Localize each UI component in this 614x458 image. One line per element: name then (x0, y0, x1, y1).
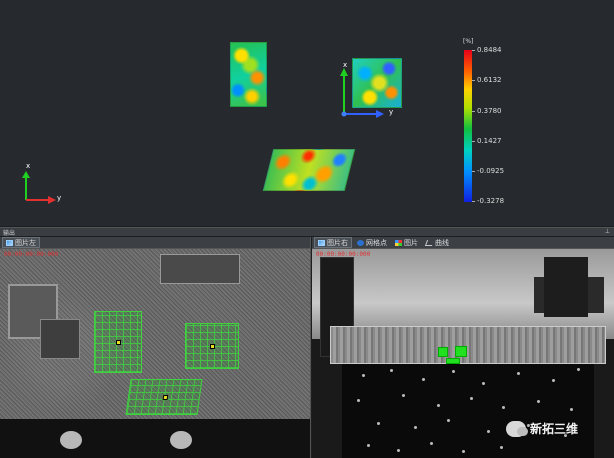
local-axis-gizmo (340, 68, 384, 118)
tab-picture[interactable]: 图片 (392, 237, 421, 248)
pin-icon[interactable]: ⊥ (605, 228, 610, 235)
dic-grid-region[interactable] (94, 311, 142, 373)
fixture-right-top (544, 257, 588, 317)
global-axis-gizmo (22, 171, 56, 204)
left-image-panel[interactable]: 图片左 00:00:00:00:000 (0, 237, 311, 458)
local-axis-y-label: y (389, 108, 394, 116)
scale-unit: [%] (463, 38, 474, 45)
dic-grid-region[interactable] (455, 346, 467, 357)
speckle-area (342, 364, 594, 458)
tab-label: 图片左 (15, 238, 36, 247)
board-chip (160, 254, 240, 284)
scale-tick: 0.6132 (477, 76, 502, 84)
watermark: 新拓三维 (506, 420, 578, 437)
global-axis-x-label: x (26, 162, 31, 170)
watermark-text: 新拓三维 (530, 422, 579, 436)
scale-tick: -0.0925 (477, 167, 505, 175)
curve-icon (424, 239, 435, 246)
left-panel-tabbar: 图片左 (0, 237, 310, 249)
local-axis-x-label: x (343, 61, 348, 69)
tab-curve[interactable]: 曲线 (423, 237, 452, 248)
board-chip (40, 319, 80, 359)
grid-center-marker (162, 395, 169, 400)
dic-grid-region[interactable] (438, 347, 448, 357)
strain-patch-bottom[interactable] (262, 149, 356, 191)
circuit-board (330, 326, 606, 364)
timestamp: 00:00:00:00:000 (316, 251, 371, 258)
tab-image-left[interactable]: 图片左 (2, 237, 40, 248)
strain-patch-left[interactable] (230, 42, 267, 107)
image-icon (318, 239, 325, 246)
global-axis-y-label: y (57, 194, 62, 202)
dic-grid-region[interactable] (125, 379, 203, 415)
output-panel-title: 输出 (3, 230, 16, 237)
grid-center-marker (210, 344, 215, 349)
wechat-icon (506, 420, 528, 437)
right-panel-tabbar: 图片右 网格点 图片 曲线 (312, 237, 614, 249)
tab-image-right[interactable]: 图片右 (314, 237, 352, 248)
scale-tick: -0.3278 (477, 197, 505, 205)
grid-point-icon (357, 239, 364, 246)
tab-label: 图片 (404, 238, 418, 247)
scale-tick: 0.3780 (477, 107, 502, 115)
output-panel-header[interactable]: 输出 ⊥ (0, 227, 614, 237)
timestamp: 00:00:00:00:000 (4, 251, 59, 258)
color-scale-bar (464, 50, 472, 202)
tab-grid-points[interactable]: 网格点 (354, 237, 390, 248)
scale-tick: 0.1427 (477, 137, 502, 145)
tab-label: 网格点 (366, 238, 387, 247)
tab-label: 图片右 (327, 238, 348, 247)
tab-label: 曲线 (435, 238, 449, 247)
left-camera-image[interactable] (0, 249, 310, 458)
dic-grid-region[interactable] (185, 323, 239, 369)
grid-center-marker (116, 340, 121, 345)
scale-tick: 0.8484 (477, 46, 502, 54)
image-icon (6, 239, 13, 246)
background-strip (0, 419, 310, 458)
3d-viewport[interactable]: x y x y [%] 0.8484 0.6132 0.3780 0.1427 … (0, 0, 614, 226)
picture-icon (395, 239, 402, 246)
